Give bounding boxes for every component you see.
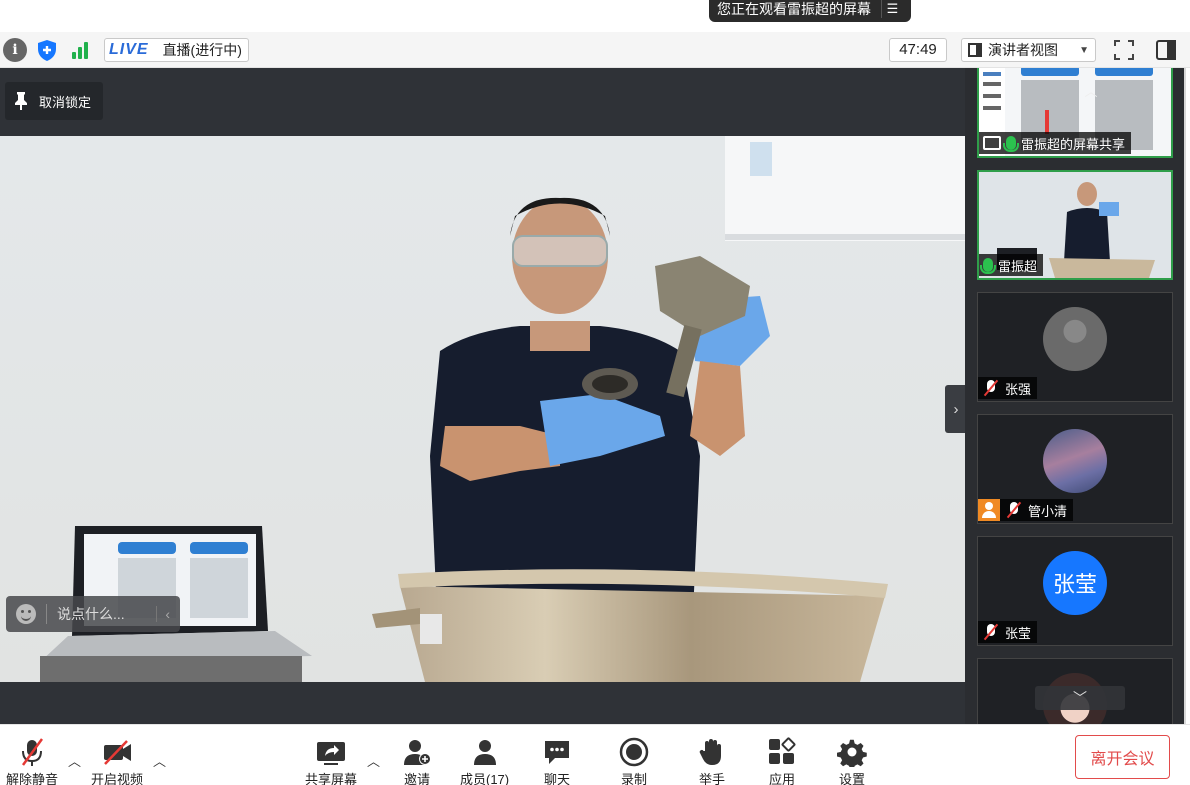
pin-icon — [15, 92, 27, 110]
mic-on-icon — [980, 258, 996, 274]
person-icon — [978, 499, 1000, 521]
participant-panel: ︿ 雷振超的屏幕共享 雷振超 张强 管小清 张莹 张莹 ﹀ — [965, 68, 1185, 724]
start-video-button[interactable]: 开启视频 — [91, 737, 143, 785]
share-screen-button[interactable]: 共享屏幕 — [305, 737, 357, 785]
chevron-up-icon[interactable]: ︿ — [68, 751, 81, 770]
live-status-box[interactable]: LIVE 直播(进行中) — [104, 38, 249, 62]
participant-name: 雷振超的屏幕共享 — [1021, 136, 1126, 152]
participant-name-tag: 管小清 — [978, 499, 1074, 521]
mic-on-icon — [1003, 136, 1019, 152]
collapse-chat-button[interactable]: ‹ — [156, 606, 170, 622]
unlock-button[interactable]: 取消锁定 — [5, 82, 104, 120]
gear-icon — [837, 737, 867, 770]
settings-button[interactable]: 设置 — [837, 737, 867, 785]
chat-icon — [542, 737, 572, 767]
participant-name-tag: 张莹 — [978, 621, 1038, 643]
record-label: 录制 — [620, 772, 647, 785]
avatar — [1043, 429, 1107, 493]
unmute-label: 解除静音 — [6, 772, 59, 785]
participant-name-tag: 雷振超的屏幕共享 — [979, 132, 1132, 154]
participant-tile[interactable]: 张强 — [977, 292, 1173, 402]
emoji-icon[interactable] — [16, 604, 36, 624]
start-video-label: 开启视频 — [91, 772, 144, 785]
live-tag: LIVE — [109, 41, 149, 58]
raise-hand-button[interactable]: 举手 — [697, 737, 727, 785]
chat-placeholder: 说点什么... — [57, 606, 125, 622]
fullscreen-icon[interactable] — [1112, 38, 1136, 62]
mic-muted-icon — [17, 737, 47, 767]
chat-button[interactable]: 聊天 — [542, 737, 572, 785]
invite-label: 邀请 — [403, 772, 430, 785]
hand-icon — [697, 737, 727, 767]
chat-label: 聊天 — [543, 772, 570, 785]
avatar — [1043, 307, 1107, 371]
meeting-toolbar: i LIVE 直播(进行中) 47:49 演讲者视图 ▼ — [0, 32, 1190, 68]
share-screen-icon — [316, 737, 346, 767]
avatar: 张莹 — [1043, 551, 1107, 615]
view-mode-label: 演讲者视图 — [988, 42, 1058, 58]
scroll-down-icon[interactable]: ﹀ — [1035, 686, 1125, 710]
mic-muted-icon — [982, 380, 1000, 396]
view-mode-select[interactable]: 演讲者视图 ▼ — [961, 38, 1096, 62]
top-banner: 您正在观看雷振超的屏幕 ☰ — [0, 0, 1190, 30]
scroll-up-icon[interactable]: ︿ — [1077, 81, 1105, 101]
participant-tile[interactable]: 雷振超 — [977, 170, 1173, 280]
side-panel-icon[interactable] — [1154, 38, 1178, 62]
invite-button[interactable]: 邀请 — [402, 737, 432, 785]
participant-name: 张莹 — [1005, 625, 1032, 641]
info-icon[interactable]: i — [3, 38, 27, 62]
chat-input[interactable]: 说点什么... ‹ — [6, 596, 180, 632]
raise-hand-label: 举手 — [698, 772, 725, 785]
members-button[interactable]: 成员(17) — [460, 737, 509, 785]
chevron-up-icon[interactable]: ︿ — [153, 751, 166, 770]
caret-down-icon: ▼ — [1079, 44, 1089, 56]
participant-tile[interactable]: ︿ 雷振超的屏幕共享 — [977, 68, 1173, 158]
participant-tile[interactable]: 管小清 — [977, 414, 1173, 524]
members-icon — [470, 737, 500, 767]
main-stage: 取消锁定 说点什么... ‹ — [0, 68, 965, 724]
settings-label: 设置 — [838, 772, 865, 785]
participant-name: 张强 — [1005, 381, 1032, 397]
shield-icon[interactable] — [35, 38, 59, 62]
viewing-indicator[interactable]: 您正在观看雷振超的屏幕 ☰ — [709, 0, 911, 22]
apps-button[interactable]: 应用 — [767, 737, 797, 785]
viewing-text: 您正在观看雷振超的屏幕 — [717, 1, 871, 17]
participant-name-tag: 雷振超 — [979, 254, 1044, 276]
expand-handle[interactable]: › — [945, 385, 967, 433]
mic-muted-icon — [982, 624, 1000, 640]
mic-muted-icon — [1005, 502, 1023, 518]
record-icon — [619, 737, 649, 767]
participant-name-tag: 张强 — [978, 377, 1038, 399]
participant-tile[interactable]: 张莹 张莹 — [977, 536, 1173, 646]
live-status: 直播(进行中) — [162, 42, 242, 58]
list-menu-icon[interactable]: ☰ — [881, 0, 903, 18]
signal-icon[interactable] — [70, 38, 94, 62]
share-screen-label: 共享屏幕 — [305, 772, 358, 785]
participant-name: 雷振超 — [998, 258, 1038, 274]
layout-icon — [968, 43, 982, 57]
unmute-button[interactable]: 解除静音 — [6, 737, 58, 785]
add-user-icon — [402, 737, 432, 767]
unlock-label: 取消锁定 — [39, 94, 92, 110]
members-label: 成员(17) — [460, 772, 510, 785]
camera-off-icon — [102, 737, 132, 767]
chevron-up-icon[interactable]: ︿ — [367, 751, 380, 770]
record-button[interactable]: 录制 — [619, 737, 649, 785]
screen-share-icon — [983, 136, 1001, 150]
participant-name: 管小清 — [1028, 503, 1068, 519]
meeting-timer: 47:49 — [889, 38, 947, 62]
apps-icon — [767, 737, 797, 767]
bottom-control-bar: 解除静音 ︿ 开启视频 ︿ 共享屏幕 ︿ 邀请 成员(17) 聊天 录制 举手 … — [0, 724, 1190, 785]
apps-label: 应用 — [768, 772, 795, 785]
leave-meeting-button[interactable]: 离开会议 — [1075, 735, 1170, 779]
